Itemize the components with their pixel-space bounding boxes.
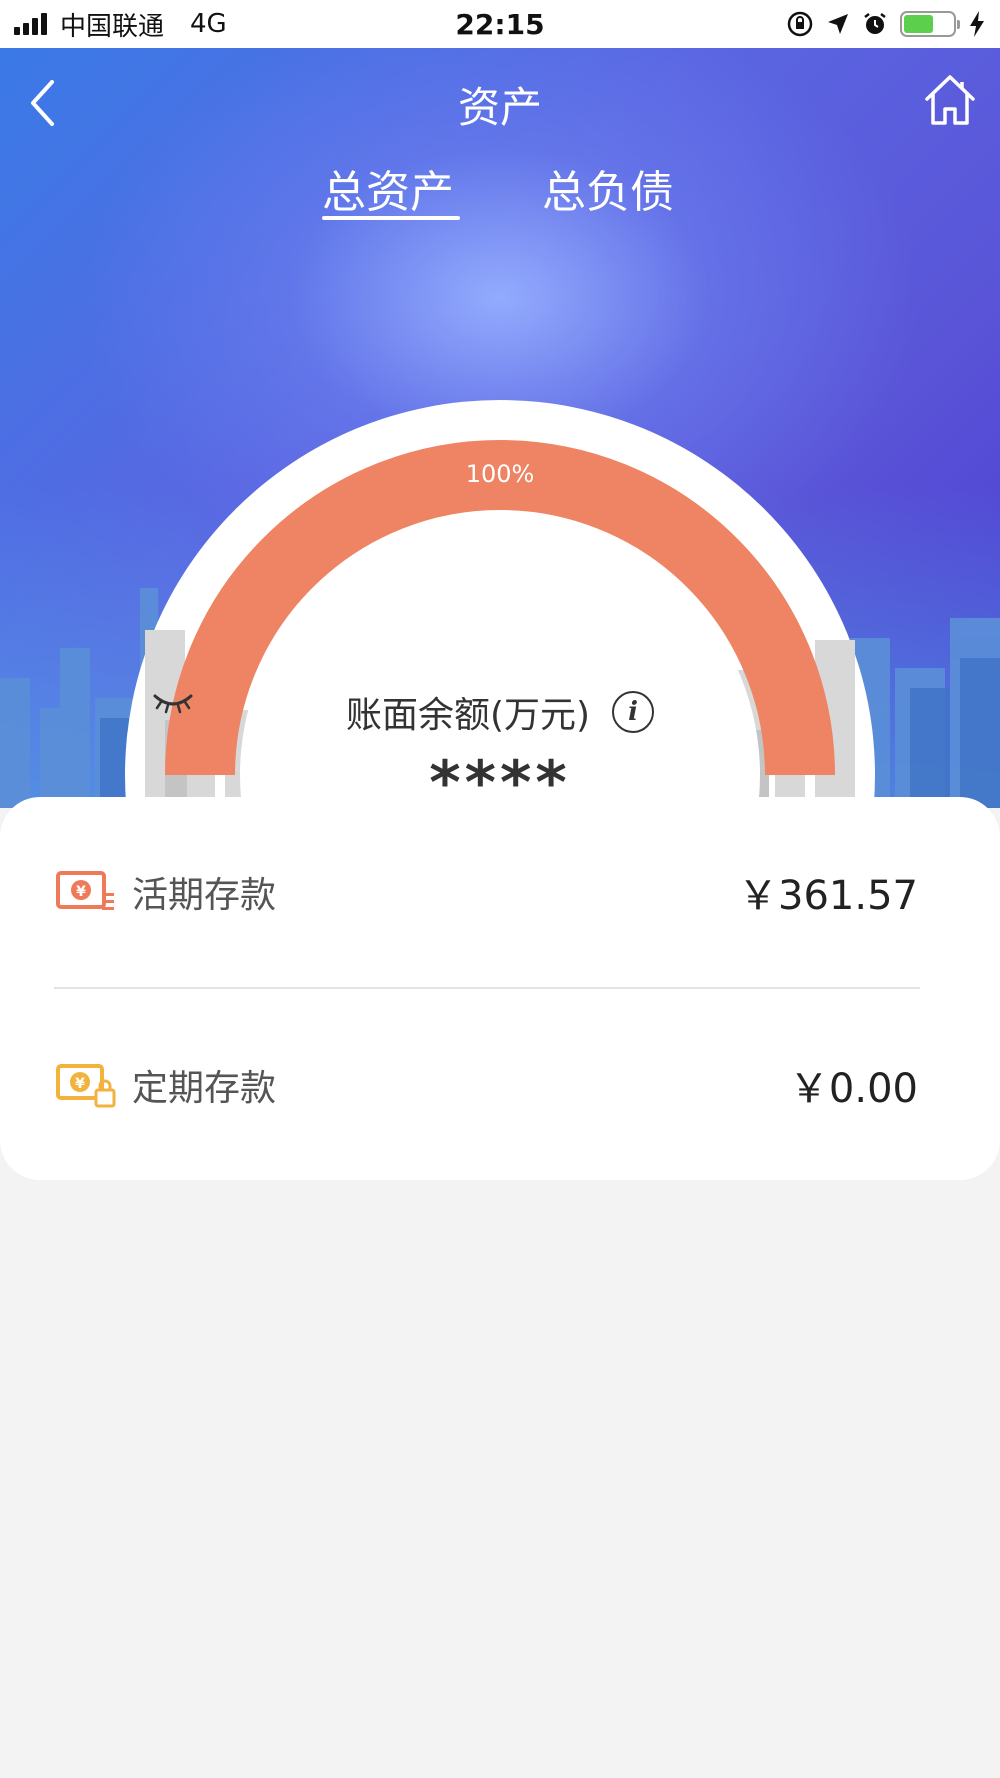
divider bbox=[54, 987, 920, 989]
battery-icon bbox=[900, 11, 960, 37]
tab-total-assets[interactable]: 总资产 bbox=[322, 156, 454, 220]
chevron-left-icon bbox=[31, 80, 54, 126]
alarm-icon bbox=[862, 11, 888, 37]
balance-label-row: 账面余额(万元) i bbox=[125, 686, 875, 738]
network-type: 4G bbox=[190, 9, 227, 39]
location-icon bbox=[826, 12, 850, 36]
signal-icon bbox=[14, 13, 50, 35]
back-button[interactable] bbox=[20, 76, 64, 130]
account-row-time-deposit[interactable]: ¥ 定期存款 ￥0.00 bbox=[0, 1010, 1000, 1160]
account-row-demand-deposit[interactable]: ¥ 活期存款 ￥361.57 bbox=[0, 817, 1000, 967]
cash-icon: ¥ bbox=[56, 871, 114, 910]
home-icon bbox=[925, 75, 975, 125]
info-icon[interactable]: i bbox=[612, 691, 655, 733]
battery-fill bbox=[904, 15, 933, 33]
tab-total-liabilities[interactable]: 总负债 bbox=[542, 156, 674, 220]
svg-text:¥: ¥ bbox=[76, 884, 86, 900]
account-amount: ￥0.00 bbox=[788, 1066, 918, 1112]
page-title: 资产 bbox=[457, 83, 542, 132]
hero-header: 资产 总资产 总负债 100% 账面余额(万元) i **** bbox=[0, 48, 1000, 808]
tab-bar: 总资产 总负债 bbox=[0, 156, 1000, 236]
status-bar: 中国联通 4G 22:15 bbox=[0, 0, 1000, 48]
eye-closed-icon[interactable] bbox=[151, 686, 195, 716]
balance-gauge: 100% 账面余额(万元) i **** bbox=[125, 400, 875, 808]
rotation-lock-icon bbox=[786, 10, 814, 38]
svg-text:¥: ¥ bbox=[75, 1076, 85, 1092]
account-label: 定期存款 bbox=[132, 1068, 277, 1109]
locked-cash-icon: ¥ bbox=[56, 1064, 116, 1108]
charging-icon bbox=[968, 10, 986, 38]
status-right bbox=[774, 0, 986, 48]
balance-label: 账面余额(万元) bbox=[345, 695, 591, 736]
carrier-name: 中国联通 bbox=[60, 11, 165, 42]
active-tab-indicator bbox=[322, 216, 460, 220]
status-left: 中国联通 4G bbox=[14, 0, 227, 48]
assets-page: 中国联通 4G 22:15 资产 总资产 总负债 100% 账面余额(万元) i… bbox=[0, 0, 1000, 1778]
home-button[interactable] bbox=[922, 72, 978, 128]
gauge-percent-label: 100% bbox=[465, 460, 535, 488]
accounts-card: ¥ 活期存款 ￥361.57 ¥ 定期存款 ￥0.00 bbox=[0, 797, 1000, 1180]
account-amount: ￥361.57 bbox=[738, 873, 918, 919]
account-label: 活期存款 bbox=[132, 875, 277, 916]
